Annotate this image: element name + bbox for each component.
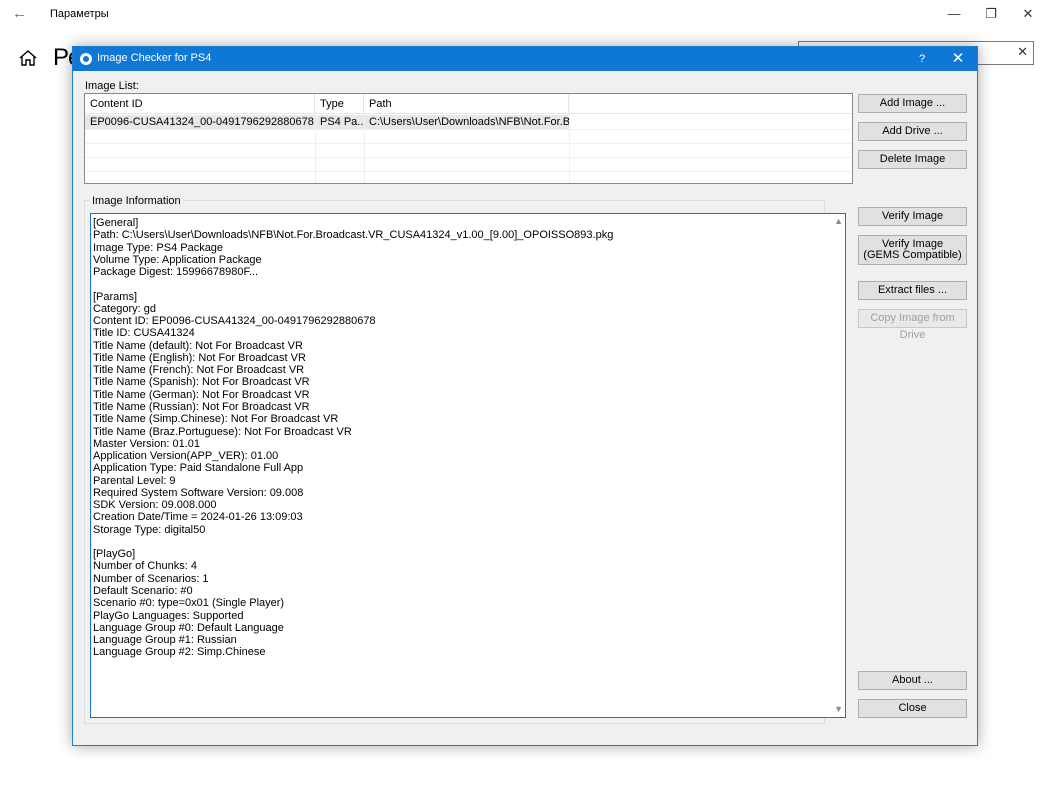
dialog-title: Image Checker for PS4 — [97, 52, 212, 64]
info-line: Volume Type: Application Package — [93, 253, 262, 266]
info-line: Language Group #1: Russian — [93, 634, 237, 647]
about-button[interactable]: About ... — [858, 671, 967, 690]
image-checker-dialog: Image Checker for PS4 ? ✕ Image List: Co… — [72, 46, 978, 746]
info-line: Path: C:\Users\User\Downloads\NFB\Not.Fo… — [93, 229, 614, 242]
info-line: Language Group #0: Default Language — [93, 621, 284, 634]
info-line: Title Name (Braz.Portuguese): Not For Br… — [93, 425, 352, 438]
dialog-titlebar[interactable]: Image Checker for PS4 ? ✕ — [73, 47, 977, 71]
image-list[interactable]: Content ID Type Path EP0096-CUSA41324_00… — [84, 93, 853, 184]
info-line — [93, 536, 829, 548]
scroll-up-icon[interactable]: ▲ — [834, 216, 843, 226]
cell-path: C:\Users\User\Downloads\NFB\Not.For.Broa… — [364, 115, 569, 129]
info-line: [General] — [93, 217, 139, 229]
add-drive-button[interactable]: Add Drive ... — [858, 122, 967, 141]
info-line: Language Group #2: Simp.Chinese — [93, 646, 266, 659]
cell-content-id: EP0096-CUSA41324_00-0491796292880678 — [85, 115, 315, 129]
info-line: Master Version: 01.01 — [93, 437, 201, 450]
info-line: Storage Type: digital50 — [93, 523, 206, 536]
window-close-icon[interactable]: ✕ — [1018, 6, 1038, 22]
info-line: Content ID: EP0096-CUSA41324_00-04917962… — [93, 315, 376, 328]
grid-line — [85, 143, 852, 144]
app-icon — [80, 53, 92, 65]
info-line: Package Digest: 15996678980F... — [93, 266, 259, 279]
grid-line — [85, 129, 852, 130]
back-arrow-icon[interactable]: ← — [12, 5, 27, 22]
info-line: Parental Level: 9 — [93, 474, 176, 487]
image-information-label: Image Information — [90, 195, 183, 207]
close-button[interactable]: Close — [858, 699, 967, 718]
clear-search-icon[interactable]: ✕ — [1017, 44, 1028, 60]
background-window-title: Параметры — [50, 8, 109, 20]
image-information-textbox[interactable]: [General] Path: C:\Users\User\Downloads\N… — [90, 213, 846, 718]
grid-line — [569, 114, 570, 183]
info-line: Default Scenario: #0 — [93, 584, 193, 597]
extract-files-button[interactable]: Extract files ... — [858, 281, 967, 300]
info-line: PlayGo Languages: Supported — [93, 609, 244, 622]
home-icon[interactable] — [18, 48, 38, 68]
copy-image-from-drive-button: Copy Image from Drive — [858, 309, 967, 341]
verify-image-gems-button[interactable]: Verify Image (GEMS Compatible) — [858, 235, 967, 265]
info-line: Application Type: Paid Standalone Full A… — [93, 462, 304, 475]
list-header: Content ID Type Path — [85, 94, 852, 114]
image-list-label: Image List: — [85, 80, 139, 92]
info-line: Title ID: CUSA41324 — [93, 327, 195, 340]
info-line: Title Name (Simp.Chinese): Not For Broad… — [93, 413, 339, 426]
info-line: Title Name (Spanish): Not For Broadcast … — [93, 376, 310, 389]
column-header-type[interactable]: Type — [315, 94, 364, 114]
verify-image-button[interactable]: Verify Image — [858, 207, 967, 226]
restore-icon[interactable]: ❐ — [981, 6, 1001, 22]
cell-type: PS4 Pa... — [315, 115, 364, 129]
table-row[interactable]: EP0096-CUSA41324_00-0491796292880678 PS4… — [85, 115, 852, 129]
info-line: Scenario #0: type=0x01 (Single Player) — [93, 597, 285, 610]
info-line: Application Version(APP_VER): 01.00 — [93, 450, 279, 463]
grid-line — [315, 114, 316, 183]
help-button[interactable]: ? — [907, 47, 937, 71]
info-line: [PlayGo] — [93, 548, 136, 561]
info-line: Creation Date/Time = 2024-01-26 13:09:03 — [93, 511, 303, 524]
verify-gems-label-line2: (GEMS Compatible) — [863, 249, 962, 261]
grid-line — [85, 157, 852, 158]
info-line: Number of Scenarios: 1 — [93, 572, 209, 585]
info-line: Category: gd — [93, 302, 156, 315]
delete-image-button[interactable]: Delete Image — [858, 150, 967, 169]
info-line: Title Name (default): Not For Broadcast … — [93, 339, 303, 352]
scroll-down-icon[interactable]: ▼ — [834, 704, 843, 714]
grid-line — [364, 114, 365, 183]
info-line: Title Name (German): Not For Broadcast V… — [93, 388, 310, 401]
info-line: Title Name (French): Not For Broadcast V… — [93, 364, 305, 377]
dialog-close-icon[interactable]: ✕ — [943, 47, 973, 71]
info-line: Title Name (Russian): Not For Broadcast … — [93, 400, 310, 413]
column-header-content-id[interactable]: Content ID — [85, 94, 315, 114]
info-line: SDK Version: 09.008.000 — [93, 499, 217, 512]
info-line: Number of Chunks: 4 — [93, 560, 197, 573]
info-line: Image Type: PS4 Package — [93, 241, 224, 254]
background-titlebar: ← Параметры — ❐ ✕ — [0, 0, 1047, 30]
info-text: [General] Path: C:\Users\User\Downloads\N… — [93, 217, 829, 659]
column-header-path[interactable]: Path — [364, 94, 569, 114]
info-line: Title Name (English): Not For Broadcast … — [93, 351, 306, 364]
add-image-button[interactable]: Add Image ... — [858, 94, 967, 113]
info-line: [Params] — [93, 290, 138, 303]
minimize-icon[interactable]: — — [944, 6, 964, 21]
info-line: Required System Software Version: 09.008 — [93, 486, 304, 499]
info-line — [93, 278, 829, 290]
grid-line — [85, 171, 852, 172]
